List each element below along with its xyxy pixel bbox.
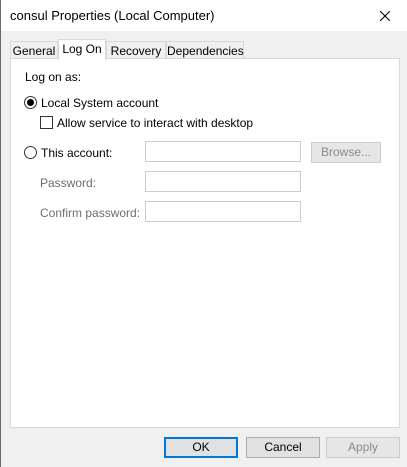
tab-log-on-label: Log On bbox=[62, 42, 102, 56]
radio-selected-dot bbox=[27, 99, 34, 106]
tab-dependencies-label: Dependencies bbox=[167, 44, 244, 58]
confirm-password-label: Confirm password: bbox=[40, 206, 141, 220]
allow-interact-label[interactable]: Allow service to interact with desktop bbox=[57, 116, 253, 130]
window-title: consul Properties (Local Computer) bbox=[10, 8, 215, 23]
close-button[interactable] bbox=[362, 0, 407, 31]
tab-recovery[interactable]: Recovery bbox=[106, 41, 166, 58]
properties-dialog: consul Properties (Local Computer) Gener… bbox=[0, 0, 407, 467]
local-system-label[interactable]: Local System account bbox=[41, 96, 158, 110]
confirm-password-field[interactable] bbox=[145, 201, 301, 222]
tab-log-on[interactable]: Log On bbox=[58, 39, 106, 60]
tab-general[interactable]: General bbox=[10, 41, 58, 58]
log-on-as-label: Log on as: bbox=[25, 70, 82, 84]
browse-button[interactable]: Browse... bbox=[311, 142, 381, 163]
tab-dependencies[interactable]: Dependencies bbox=[166, 41, 244, 58]
this-account-label[interactable]: This account: bbox=[41, 146, 112, 160]
title-bar: consul Properties (Local Computer) bbox=[1, 0, 407, 31]
tab-recovery-label: Recovery bbox=[110, 44, 162, 58]
account-field[interactable] bbox=[145, 141, 301, 162]
tab-general-label: General bbox=[12, 44, 56, 58]
apply-button[interactable]: Apply bbox=[326, 437, 400, 458]
close-icon bbox=[380, 10, 390, 21]
allow-interact-checkbox[interactable] bbox=[40, 116, 53, 129]
password-field[interactable] bbox=[145, 171, 301, 192]
log-on-panel: Log on as: Local System account Allow se… bbox=[10, 58, 400, 428]
local-system-radio[interactable] bbox=[24, 96, 37, 109]
this-account-radio[interactable] bbox=[24, 146, 37, 159]
password-label: Password: bbox=[40, 176, 97, 190]
cancel-button[interactable]: Cancel bbox=[246, 437, 320, 458]
ok-button[interactable]: OK bbox=[164, 437, 238, 458]
